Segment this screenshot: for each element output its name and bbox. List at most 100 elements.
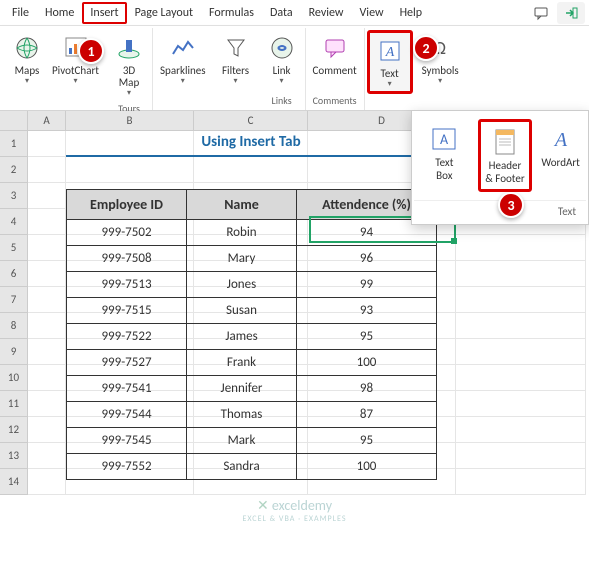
cell[interactable]: [456, 313, 586, 339]
globe-icon: [11, 32, 43, 64]
filters-button[interactable]: Filters ▾: [216, 30, 256, 88]
maps-button[interactable]: Maps ▾: [7, 30, 47, 88]
select-all-corner[interactable]: [0, 111, 28, 130]
row-header[interactable]: 5: [0, 235, 28, 261]
link-button[interactable]: Link ▾: [262, 30, 302, 88]
table-header: Employee ID: [67, 190, 187, 220]
cell[interactable]: [28, 417, 66, 443]
wordart-label: WordArt: [541, 157, 579, 170]
row-header[interactable]: 4: [0, 209, 28, 235]
row-header[interactable]: 12: [0, 417, 28, 443]
table-cell[interactable]: Mark: [187, 428, 297, 454]
menu-review[interactable]: Review: [301, 2, 352, 24]
cell[interactable]: [456, 339, 586, 365]
table-cell[interactable]: James: [187, 324, 297, 350]
table-cell[interactable]: 95: [297, 428, 437, 454]
map3d-button[interactable]: 3D Map ▾: [109, 30, 149, 100]
table-cell[interactable]: Mary: [187, 246, 297, 272]
row-header[interactable]: 9: [0, 339, 28, 365]
cell[interactable]: [456, 469, 586, 495]
table-cell[interactable]: 100: [297, 350, 437, 376]
cell[interactable]: [194, 157, 308, 183]
col-header-C[interactable]: C: [194, 111, 308, 130]
header-footer-button[interactable]: Header & Footer: [478, 119, 532, 192]
cell[interactable]: [456, 443, 586, 469]
cell[interactable]: [28, 365, 66, 391]
table-cell[interactable]: 999-7515: [67, 298, 187, 324]
table-cell[interactable]: Susan: [187, 298, 297, 324]
cell[interactable]: [66, 157, 194, 183]
table-cell[interactable]: 87: [297, 402, 437, 428]
cell[interactable]: [28, 469, 66, 495]
table-cell[interactable]: 99: [297, 272, 437, 298]
comment-button[interactable]: Comment: [309, 30, 361, 79]
col-header-A[interactable]: A: [28, 111, 66, 130]
cell[interactable]: [28, 261, 66, 287]
cell[interactable]: [28, 313, 66, 339]
text-button[interactable]: A Text ▾: [367, 30, 413, 94]
ribbon-group-links: Link ▾ Links: [259, 28, 306, 110]
cell[interactable]: [456, 287, 586, 313]
row-header[interactable]: 7: [0, 287, 28, 313]
row-header[interactable]: 10: [0, 365, 28, 391]
cell[interactable]: [456, 417, 586, 443]
cell[interactable]: [456, 391, 586, 417]
menu-view[interactable]: View: [352, 2, 392, 24]
menu-page-layout[interactable]: Page Layout: [127, 2, 201, 24]
cell[interactable]: [28, 131, 66, 157]
table-cell[interactable]: 95: [297, 324, 437, 350]
col-header-B[interactable]: B: [66, 111, 194, 130]
sparklines-button[interactable]: Sparklines ▾: [156, 30, 210, 88]
row-header[interactable]: 13: [0, 443, 28, 469]
cell[interactable]: [28, 287, 66, 313]
row-header[interactable]: 6: [0, 261, 28, 287]
cell[interactable]: [456, 235, 586, 261]
table-cell[interactable]: 999-7545: [67, 428, 187, 454]
cell[interactable]: [28, 209, 66, 235]
table-cell[interactable]: Jones: [187, 272, 297, 298]
cell[interactable]: [28, 443, 66, 469]
menu-insert[interactable]: Insert: [82, 2, 126, 24]
menu-formulas[interactable]: Formulas: [201, 2, 262, 24]
table-cell[interactable]: 999-7502: [67, 220, 187, 246]
row-header[interactable]: 11: [0, 391, 28, 417]
cell[interactable]: [28, 339, 66, 365]
menu-data[interactable]: Data: [262, 2, 301, 24]
cell[interactable]: [28, 183, 66, 209]
menu-bar: FileHomeInsertPage LayoutFormulasDataRev…: [0, 0, 589, 26]
table-cell[interactable]: 999-7541: [67, 376, 187, 402]
menu-help[interactable]: Help: [392, 2, 431, 24]
cell[interactable]: [456, 365, 586, 391]
cell[interactable]: [456, 261, 586, 287]
table-cell[interactable]: Jennifer: [187, 376, 297, 402]
row-header[interactable]: 1: [0, 131, 28, 157]
table-cell[interactable]: 96: [297, 246, 437, 272]
table-cell[interactable]: 999-7513: [67, 272, 187, 298]
table-cell[interactable]: 999-7508: [67, 246, 187, 272]
row-header[interactable]: 14: [0, 469, 28, 495]
textbox-button[interactable]: A Text Box: [417, 119, 471, 192]
textbox-icon: A: [428, 123, 460, 155]
row-header[interactable]: 3: [0, 183, 28, 209]
wordart-button[interactable]: A WordArt: [539, 119, 583, 192]
row-header[interactable]: 8: [0, 313, 28, 339]
table-cell[interactable]: 98: [297, 376, 437, 402]
table-cell[interactable]: 999-7552: [67, 454, 187, 480]
table-cell[interactable]: Thomas: [187, 402, 297, 428]
table-cell[interactable]: 999-7544: [67, 402, 187, 428]
menu-home[interactable]: Home: [37, 2, 82, 24]
menu-file[interactable]: File: [4, 2, 37, 24]
table-cell[interactable]: 93: [297, 298, 437, 324]
cell[interactable]: [28, 391, 66, 417]
share-button[interactable]: [557, 2, 585, 24]
table-cell[interactable]: Robin: [187, 220, 297, 246]
cell[interactable]: [28, 235, 66, 261]
table-cell[interactable]: 999-7522: [67, 324, 187, 350]
table-cell[interactable]: Frank: [187, 350, 297, 376]
comments-icon[interactable]: [527, 2, 555, 24]
cell[interactable]: [28, 157, 66, 183]
table-cell[interactable]: 100: [297, 454, 437, 480]
table-cell[interactable]: Sandra: [187, 454, 297, 480]
row-header[interactable]: 2: [0, 157, 28, 183]
table-cell[interactable]: 999-7527: [67, 350, 187, 376]
